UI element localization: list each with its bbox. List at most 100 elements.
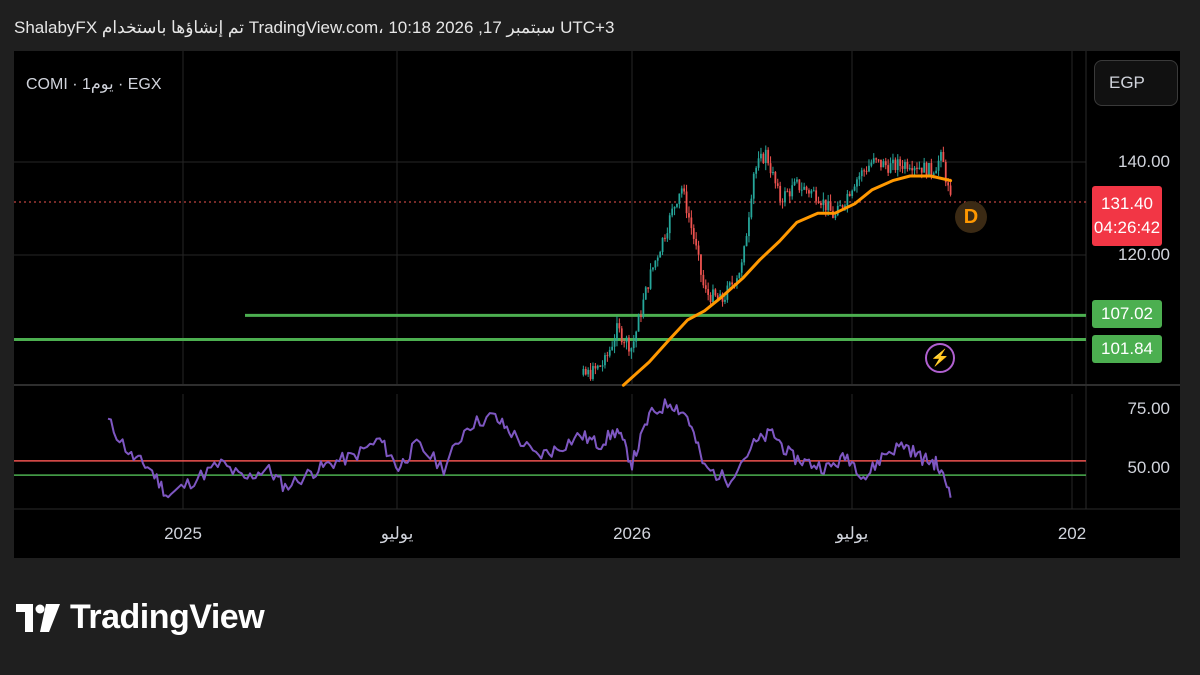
candle-body [930,163,933,175]
candle-body [635,331,638,342]
candle-body [702,274,705,286]
currency-button[interactable]: EGP [1094,60,1178,106]
candle-body [904,162,906,169]
candle-body [647,287,650,289]
candle-body [692,228,695,239]
candle-body [671,208,674,216]
candle-body [676,203,678,207]
candle-body [599,365,602,367]
candle-body [803,186,806,190]
candle-body [628,337,630,352]
candle-body [757,158,760,168]
candle-body [649,269,652,289]
candle-body [707,289,710,295]
candle-body [853,186,856,191]
candle-body [683,188,686,192]
candle-body [774,172,777,184]
candle-body [810,190,813,194]
candle-body [589,369,592,380]
lightning-icon[interactable]: ⚡ [925,343,955,373]
rsi-tick: 50.00 [1127,458,1170,477]
candle-body [827,201,830,211]
candle-body [623,342,626,344]
candle-body [822,199,825,206]
candle-body [815,190,818,202]
candle-body [678,193,681,204]
candle-body [796,179,798,182]
candle-body [728,282,731,286]
candle-body [839,205,842,207]
level-label-lower[interactable]: 101.84 [1092,335,1162,363]
dividend-marker[interactable]: D [955,201,987,233]
rsi-line [107,398,952,499]
candle-body [824,199,827,211]
chart-canvas[interactable] [14,51,1180,558]
candle-body [661,237,664,253]
candle-body [817,201,820,204]
current-price: 131.40 [1101,194,1153,213]
candle-body [738,272,741,279]
time-tick: 2025 [164,524,202,543]
candle-body [743,246,746,263]
candle-body [949,185,952,195]
candle-body [841,205,844,208]
candle-body [712,289,714,303]
candle-body [652,267,654,270]
candle-body [695,238,698,246]
candle-body [906,162,909,169]
brand-name: TradingView [70,598,265,636]
candle-body [894,159,897,170]
level-label-upper[interactable]: 107.02 [1092,300,1162,328]
candle-body [704,285,707,290]
candle-body [829,201,832,211]
candle-body [714,289,717,296]
candle-body [767,149,770,164]
candle-body [680,188,683,194]
candle-body [690,217,693,229]
candle-body [637,315,640,332]
symbol-label[interactable]: COMI · 1يوم · EGX [26,74,162,94]
price-tick: 140.00 [1118,152,1170,171]
candle-body [935,170,938,174]
time-tick: يوليو [835,524,869,543]
tradingview-logo-icon [16,603,60,632]
candle-body [587,369,590,375]
candle-body [750,198,753,218]
candle-body [947,182,950,186]
candle-body [877,159,880,161]
candle-body [932,173,935,175]
candle-body [724,299,726,302]
candle-body [916,167,918,169]
candle-body [812,190,815,192]
candle-body [848,193,851,196]
candle-body [911,168,914,171]
current-price-label: 131.40 04:26:42 [1092,186,1162,246]
candle-body [875,158,878,160]
candle-body [899,159,902,166]
candle-body [851,190,854,196]
candle-body [640,315,642,317]
candle-body [673,206,676,209]
candle-body [709,294,712,303]
candle-body [731,282,734,285]
chart-panel[interactable]: COMI · 1يوم · EGX EGP 140.00 120.00 131.… [14,51,1180,558]
candle-body [659,252,662,258]
candle-body [618,323,621,329]
candle-body [901,165,904,169]
candle-body [584,368,587,375]
candle-body [868,165,870,172]
candle-body [620,328,623,343]
rsi-tick: 75.00 [1127,399,1170,418]
candle-body [613,339,616,347]
candle-body [920,167,923,173]
candle-body [644,287,647,300]
candle-body [887,165,890,173]
candle-body [596,365,599,369]
candle-body [892,159,894,164]
candle-body [666,233,669,239]
time-tick: يوليو [380,524,414,543]
candle-body [755,167,758,174]
candle-body [856,179,858,187]
candle-body [642,299,645,317]
candle-body [860,170,863,177]
